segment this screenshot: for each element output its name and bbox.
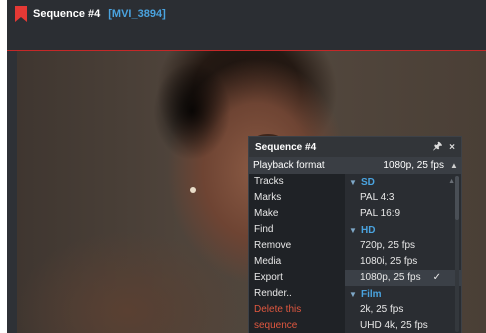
scroll-up-icon[interactable]: ▲ — [448, 178, 455, 185]
sequence-title: Sequence #4 — [33, 8, 101, 20]
playback-format-label: Playback format — [253, 160, 325, 171]
format-item-2k[interactable]: 2k, 25 fps — [345, 302, 461, 318]
format-item-pal-16-9[interactable]: PAL 16:9 — [345, 206, 461, 222]
format-item-uhd-4k[interactable]: UHD 4k, 25 fps — [345, 318, 461, 333]
chevron-down-icon: ▼ — [349, 177, 357, 187]
menu-item-tracks[interactable]: Tracks — [249, 174, 345, 190]
sequence-panel: Sequence #4 🖈 × Playback format 1080p, 2… — [248, 136, 462, 333]
group-header-sd[interactable]: ▼ SD — [345, 174, 461, 190]
menu-item-render[interactable]: Render.. — [249, 286, 345, 302]
format-list: ▼ SD PAL 4:3 PAL 16:9 ▼ HD 720p, 25 fps … — [345, 174, 461, 333]
earring-shape — [190, 187, 196, 193]
toolbar-strip — [7, 28, 486, 50]
panel-title: Sequence #4 — [255, 141, 317, 153]
menu-item-delete-sequence[interactable]: Delete this sequence — [249, 302, 345, 331]
chevron-down-icon: ▼ — [349, 225, 357, 235]
format-item-pal-4-3[interactable]: PAL 4:3 — [345, 190, 461, 206]
menu-item-marks[interactable]: Marks — [249, 190, 345, 206]
format-item-720p[interactable]: 720p, 25 fps — [345, 238, 461, 254]
editor-window: Sequence #4 [MVI_3894] Sequence #4 🖈 × P… — [7, 0, 486, 333]
format-item-1080p-selected[interactable]: 1080p, 25 fps ✓ — [345, 270, 461, 286]
title-bar: Sequence #4 [MVI_3894] — [7, 0, 486, 28]
playback-format-row[interactable]: Playback format 1080p, 25 fps ▲ — [249, 157, 461, 174]
format-item-1080i[interactable]: 1080i, 25 fps — [345, 254, 461, 270]
flag-icon — [15, 6, 27, 22]
chevron-down-icon: ▼ — [349, 289, 357, 299]
checkmark-icon: ✓ — [432, 272, 441, 283]
close-icon[interactable]: × — [449, 142, 455, 153]
menu-item-make[interactable]: Make — [249, 206, 345, 222]
playback-format-value: 1080p, 25 fps — [383, 160, 444, 171]
panel-header: Sequence #4 🖈 × — [249, 137, 461, 157]
group-header-hd[interactable]: ▼ HD — [345, 222, 461, 238]
menu-item-find[interactable]: Find — [249, 222, 345, 238]
menu-item-media[interactable]: Media — [249, 254, 345, 270]
caret-up-icon[interactable]: ▲ — [447, 161, 461, 170]
sequence-menu: Tracks Marks Make Find Remove Media Expo… — [249, 174, 345, 333]
pin-icon[interactable]: 🖈 — [433, 139, 442, 156]
menu-item-remove[interactable]: Remove — [249, 238, 345, 254]
menu-item-export[interactable]: Export — [249, 270, 345, 286]
clip-name-link[interactable]: [MVI_3894] — [108, 8, 165, 20]
scrollbar-thumb[interactable] — [455, 176, 459, 220]
group-header-film[interactable]: ▼ Film — [345, 286, 461, 302]
